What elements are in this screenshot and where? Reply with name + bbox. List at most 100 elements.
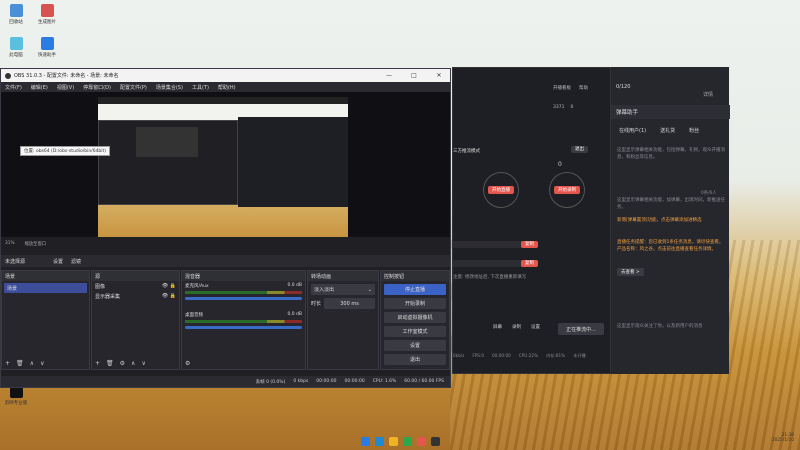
scene-item[interactable]: 场景	[4, 283, 87, 293]
tab-danmu[interactable]: 弹幕助手	[611, 105, 730, 119]
record-circle[interactable]: 开始录制	[549, 172, 585, 208]
danmu-panel: 0/120 详情 弹幕助手 在线用户(1) 送礼货 粉丝 这里显示弹幕相关功能，…	[610, 67, 730, 374]
taskbar	[0, 432, 800, 450]
mixer-channel-desktop[interactable]: 桌面音频 0.0 dB	[182, 310, 305, 331]
screen-btn[interactable]: 屏幕	[493, 324, 502, 330]
up-source-icon[interactable]: ∧	[131, 360, 135, 367]
desktop-icon[interactable]: 生成图片	[33, 4, 61, 25]
menu-item[interactable]: 帮助(H)	[218, 84, 236, 91]
add-source-icon[interactable]: +	[95, 360, 100, 367]
volume-slider[interactable]	[185, 297, 302, 300]
desktop-app-icon	[40, 4, 54, 17]
close-button[interactable]: ✕	[428, 72, 450, 79]
mode-label: 三方推流模式	[453, 149, 480, 154]
tooltip: 位置: obs64 (D:/obs-studio/bin/64bit)	[20, 146, 111, 156]
desktop-icon[interactable]: 此电脑	[2, 37, 30, 58]
dropped-frames: 丢帧 0 (0.0%)	[255, 379, 286, 385]
view-link[interactable]: 去查看 >	[617, 268, 644, 276]
start-stream-board[interactable]: 开播看板	[553, 85, 571, 91]
app2-icon[interactable]	[416, 436, 426, 446]
menu-item[interactable]: 编辑(E)	[31, 84, 48, 91]
record-btn[interactable]: 录制	[512, 324, 521, 330]
no-source-label: 未选择源	[5, 258, 26, 265]
settings-button[interactable]: 设置	[53, 258, 63, 265]
sources-dock: 源 图像 👁 🔒 显示器采集 👁 🔒 + 🗑 ⚙ ∧ ∨	[91, 270, 180, 370]
zoom-value[interactable]: 31%	[5, 241, 15, 249]
details-link[interactable]: 详情	[703, 91, 713, 98]
duration-input[interactable]: 300 ms	[324, 298, 375, 309]
info-text: 这里显示弹幕相关功能，包括弹幕，礼物，观众开播消息，和粉丝等信息。	[617, 148, 725, 160]
start-record-button[interactable]: 开始录制	[384, 298, 446, 309]
status-bar: 丢帧 0 (0.0%) 0 kbps 00:00:00 00:00:00 CPU…	[1, 376, 450, 387]
count-label: 0条/6人	[701, 191, 717, 196]
down-source-icon[interactable]: ∨	[141, 360, 145, 367]
zoom-label[interactable]: 缩放至窗口	[25, 241, 46, 249]
start-icon[interactable]	[360, 436, 370, 446]
volume-slider[interactable]	[185, 326, 302, 329]
msg-1: 这里显示弹幕相关功能，加弹幕，出现时间，新推送任务。	[617, 198, 725, 210]
clock-date: 2025/1/10	[771, 438, 794, 443]
coin-balance: 0	[558, 161, 562, 168]
viewer-count: 3371	[553, 105, 565, 110]
stat-item: 0kb/s	[453, 353, 465, 358]
stat-item: 内存:81%	[546, 353, 566, 358]
up-icon[interactable]: ∧	[30, 360, 34, 367]
menu-item[interactable]: 视图(V)	[57, 84, 74, 91]
app-icon[interactable]	[402, 436, 412, 446]
preview-canvas[interactable]	[98, 97, 348, 237]
desktop-app-icon	[40, 37, 54, 50]
menu-item[interactable]: 停靠窗口(D)	[83, 84, 111, 91]
virtual-camera-button[interactable]: 启动虚拟摄像机	[384, 312, 446, 323]
transitions-title: 转场动画	[311, 273, 332, 280]
remove-scene-icon[interactable]: 🗑	[16, 360, 24, 367]
mixer-gear-icon[interactable]: ⚙	[185, 360, 190, 367]
source-item-image[interactable]: 图像 👁 🔒	[92, 281, 179, 291]
remove-source-icon[interactable]: 🗑	[106, 360, 114, 367]
copy-button-1[interactable]: 复制	[521, 241, 538, 248]
mixer-title: 混音器	[185, 273, 201, 280]
edge-icon[interactable]	[374, 436, 384, 446]
obs-taskbar-icon[interactable]	[430, 436, 440, 446]
exit-button[interactable]: 退出	[384, 354, 446, 365]
streaming-status-button[interactable]: 正在推流中...	[558, 323, 604, 335]
transition-select[interactable]: 淡入淡出 ⌄	[311, 284, 375, 295]
menu-item[interactable]: 配置文件(P)	[120, 84, 147, 91]
minimize-button[interactable]: —	[378, 72, 400, 79]
lock-icon: 👁 🔒	[161, 293, 176, 299]
desktop-icon[interactable]: 快速助手	[33, 37, 61, 58]
stop-stream-button[interactable]: 停止直播	[384, 284, 446, 295]
duration-label: 时长	[311, 301, 322, 307]
eye-icon: 👁 🔒	[161, 283, 176, 289]
stream-time: 00:00:00	[316, 379, 337, 384]
settings-button[interactable]: 设置	[384, 340, 446, 351]
down-icon[interactable]: ∨	[40, 360, 44, 367]
desktop-icon[interactable]: 剪映专业版	[2, 385, 30, 406]
copy-button-2[interactable]: 复制	[521, 260, 538, 267]
msg-3: 直播任务提醒：您已收到1条任务消息，请尽快查看。产品名称：风之谷。点击前往直播查…	[617, 240, 724, 252]
desktop-icon[interactable]: 回收站	[2, 4, 30, 25]
gear-icon[interactable]: ⚙	[120, 360, 125, 367]
preview-area[interactable]: 位置: obs64 (D:/obs-studio/bin/64bit)	[1, 92, 450, 237]
msg-2: 新增[弹幕置顶]功能，点击弹幕添加进精选	[617, 218, 702, 223]
stream-circle[interactable]: 开始直播	[483, 172, 519, 208]
rec-time: 00:00:00	[344, 379, 365, 384]
menu-item[interactable]: 场景集合(S)	[156, 84, 183, 91]
studio-mode-button[interactable]: 工作室模式	[384, 326, 446, 337]
help-link[interactable]: 帮助	[579, 85, 588, 91]
tab-gifts[interactable]: 送礼货	[660, 127, 675, 134]
menu-item[interactable]: 工具(T)	[192, 84, 209, 91]
settings-btn[interactable]: 设置	[531, 324, 540, 330]
source-toolbar: 未选择源 设置 滤镜	[1, 255, 450, 267]
filters-button[interactable]: 滤镜	[71, 258, 81, 265]
mixer-channel-mic[interactable]: 麦克风/Aux 0.0 dB	[182, 281, 305, 302]
tab-fans[interactable]: 粉丝	[689, 127, 699, 134]
source-item-display[interactable]: 显示器采集 👁 🔒	[92, 291, 179, 301]
maximize-button[interactable]: □	[403, 72, 425, 79]
desktop-app-icon	[9, 4, 23, 17]
tab-online-users[interactable]: 在线用户(1)	[619, 127, 646, 134]
add-scene-icon[interactable]: +	[5, 360, 10, 367]
exit-button[interactable]: 退出	[571, 146, 588, 153]
folder-icon[interactable]	[388, 436, 398, 446]
bitrate: 0 kbps	[293, 379, 309, 384]
menu-item[interactable]: 文件(F)	[5, 84, 22, 91]
